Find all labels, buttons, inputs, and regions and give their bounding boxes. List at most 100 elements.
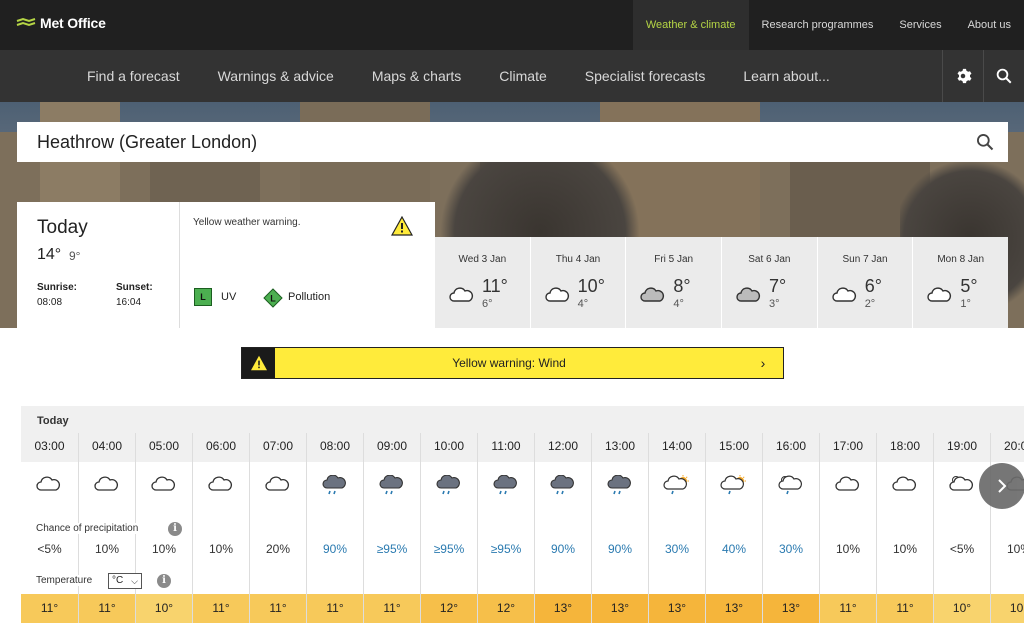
nav-learn-about[interactable]: Learn about...	[724, 50, 848, 102]
day-tab-mon[interactable]: Mon 8 Jan 5° 1°	[912, 237, 1008, 328]
cloud-icon	[265, 476, 289, 491]
rain-cloud-icon	[379, 475, 403, 495]
hour-temperature: 11°	[21, 594, 78, 623]
day-high-temp: 10°	[577, 276, 605, 296]
day-tab-fri[interactable]: Fri 5 Jan 8° 4°	[625, 237, 721, 328]
precip-chance: 90%	[550, 542, 576, 556]
uv-level-badge: L	[194, 288, 212, 306]
chevron-right-icon: ›	[760, 355, 766, 371]
cloud-icon	[927, 287, 952, 302]
hour-time: 12:00	[547, 439, 579, 453]
hour-time: 16:00	[775, 439, 807, 453]
day-low-temp: 6°	[482, 298, 493, 310]
met-office-logo[interactable]: Met Office	[16, 15, 106, 31]
unit-value: °C	[112, 575, 124, 586]
hour-time: 18:00	[889, 439, 921, 453]
today-warning-text: Yellow weather warning.	[193, 217, 301, 228]
cloud-icon	[544, 287, 569, 302]
topnav-services[interactable]: Services	[886, 0, 954, 50]
day-high-temp: 6°	[864, 276, 882, 296]
hour-time: 04:00	[91, 439, 123, 453]
cloud-icon	[94, 476, 118, 491]
nav-find-a-forecast[interactable]: Find a forecast	[68, 50, 199, 102]
precip-chance: 40%	[721, 542, 747, 556]
cloud-icon	[449, 287, 474, 302]
hour-column: 06:00 10% 11°	[192, 433, 249, 623]
hour-column: 07:00 20% 11°	[249, 433, 306, 623]
temperature-row-label: Temperature	[36, 575, 97, 586]
precip-chance: 10%	[892, 542, 918, 556]
hour-time: 09:00	[376, 439, 408, 453]
sunset-time: 16:04	[116, 297, 142, 308]
nav-maps-charts[interactable]: Maps & charts	[353, 50, 480, 102]
precip-chance: ≥95%	[490, 542, 522, 556]
cloud-icon	[892, 476, 916, 491]
light-rain-icon	[778, 475, 802, 495]
hour-column: 19:00 <5% 10°	[933, 433, 990, 623]
chevron-right-icon	[998, 479, 1007, 493]
pollution-level-badge: L	[263, 288, 283, 308]
precip-chance: 90%	[322, 542, 348, 556]
hour-temperature: 11°	[79, 594, 135, 623]
cloud-icon	[151, 476, 175, 491]
day-date-label: Sun 7 Jan	[842, 254, 888, 265]
hour-temperature: 11°	[307, 594, 363, 623]
day-date-label: Mon 8 Jan	[937, 254, 985, 265]
yellow-warning-banner[interactable]: Yellow warning: Wind ›	[241, 347, 784, 379]
day-high-temp: 7°	[769, 276, 787, 296]
hour-time: 14:00	[661, 439, 693, 453]
location-search	[17, 122, 1008, 162]
rain-cloud-icon	[493, 475, 517, 495]
precip-chance: <5%	[949, 542, 975, 556]
day-high-temp: 5°	[960, 276, 978, 296]
location-search-input[interactable]	[37, 131, 962, 153]
day-tab-thu[interactable]: Thu 4 Jan 10° 4°	[529, 237, 626, 328]
precip-chance: ≥95%	[433, 542, 465, 556]
hour-time: 15:00	[718, 439, 750, 453]
precip-info-icon[interactable]: i	[168, 522, 182, 536]
nav-specialist-forecasts[interactable]: Specialist forecasts	[566, 50, 725, 102]
sunset-label: Sunset:	[116, 282, 153, 293]
cloud-icon	[208, 476, 232, 491]
day-date-label: Sat 6 Jan	[748, 254, 791, 265]
hour-temperature: 13°	[763, 594, 819, 623]
header-search-button[interactable]	[983, 50, 1024, 102]
hour-column: 12:00 90% 13°	[534, 433, 591, 623]
hour-time: 07:00	[262, 439, 294, 453]
hour-temperature: 10°	[934, 594, 990, 623]
chevron-down-icon: ⌵	[131, 576, 138, 586]
nav-warnings-advice[interactable]: Warnings & advice	[199, 50, 353, 102]
hour-time: 19:00	[946, 439, 978, 453]
rain-cloud-icon	[550, 475, 574, 495]
topnav-about-us[interactable]: About us	[955, 0, 1024, 50]
today-high-temp: 14°	[37, 246, 62, 263]
hour-time: 20:00	[1003, 439, 1024, 453]
topnav-weather-climate[interactable]: Weather & climate	[632, 0, 749, 50]
top-bar: Met Office Weather & climate Research pr…	[0, 0, 1024, 50]
hour-time: 11:00	[491, 439, 521, 453]
day-date-label: Fri 5 Jan	[654, 254, 694, 265]
nav-climate[interactable]: Climate	[480, 50, 565, 102]
temperature-info-icon[interactable]: i	[157, 574, 171, 588]
day-tab-sat[interactable]: Sat 6 Jan 7° 3°	[721, 237, 817, 328]
hour-temperature: 11°	[193, 594, 249, 623]
hourly-next-button[interactable]	[979, 463, 1024, 509]
precip-chance: 10%	[151, 542, 177, 556]
temperature-unit-select[interactable]: °C ⌵	[108, 573, 142, 589]
location-search-button[interactable]	[962, 122, 1008, 162]
hour-time: 17:00	[832, 439, 864, 453]
dark-cloud-icon	[640, 287, 665, 302]
day-tab-sun[interactable]: Sun 7 Jan 6° 2°	[816, 237, 913, 328]
hour-column: 10:00 ≥95% 12°	[420, 433, 477, 623]
sun-rain-icon	[720, 475, 746, 495]
hour-column: 16:00 30% 13°	[762, 433, 819, 623]
precip-chance: 10%	[1006, 542, 1024, 556]
topnav-research-programmes[interactable]: Research programmes	[749, 0, 887, 50]
hour-column: 13:00 90% 13°	[591, 433, 648, 623]
settings-button[interactable]	[942, 50, 983, 102]
day-tab-wed[interactable]: Wed 3 Jan 11° 6°	[435, 237, 530, 328]
hourly-forecast-table: Today 03:00 <5% 11° 04:00 10% 11° 05:00 10% 10° 0…	[21, 406, 1024, 623]
today-low-temp: 9°	[69, 249, 81, 263]
warning-triangle-icon	[250, 355, 267, 371]
today-summary-card[interactable]: Today 14° 9° Sunrise: 08:08 Sunset: 16:0…	[17, 202, 435, 328]
